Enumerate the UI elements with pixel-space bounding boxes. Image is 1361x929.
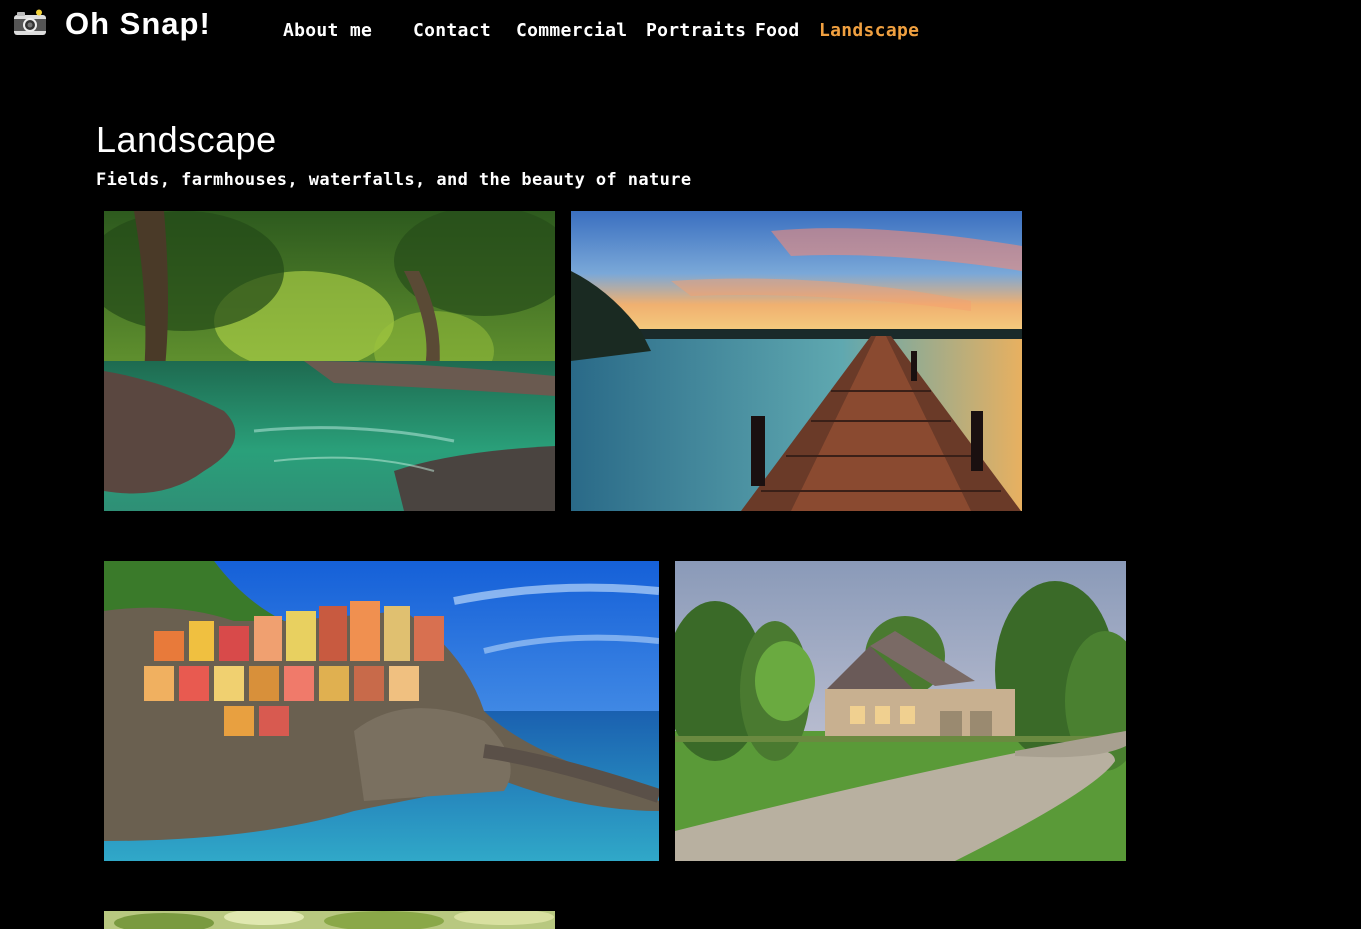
nav-commercial[interactable]: Commercial <box>516 20 627 41</box>
photo-partial[interactable] <box>104 911 555 929</box>
camera-icon <box>14 9 46 35</box>
nav-portraits[interactable]: Portraits <box>646 20 746 41</box>
page-title: Landscape <box>96 119 277 160</box>
nav-contact[interactable]: Contact <box>413 20 491 41</box>
nav-food[interactable]: Food <box>755 20 800 41</box>
nav-about-me[interactable]: About me <box>283 20 372 41</box>
page-subtitle: Fields, farmhouses, waterfalls, and the … <box>96 170 692 190</box>
site-title[interactable]: Oh Snap! <box>65 6 211 42</box>
photo-cliffside-village[interactable] <box>104 561 659 861</box>
photo-lake-pier-sunset[interactable] <box>571 211 1022 511</box>
nav-landscape[interactable]: Landscape <box>819 20 919 41</box>
photo-suburban-house[interactable] <box>675 561 1126 861</box>
photo-forest-river[interactable] <box>104 211 555 511</box>
